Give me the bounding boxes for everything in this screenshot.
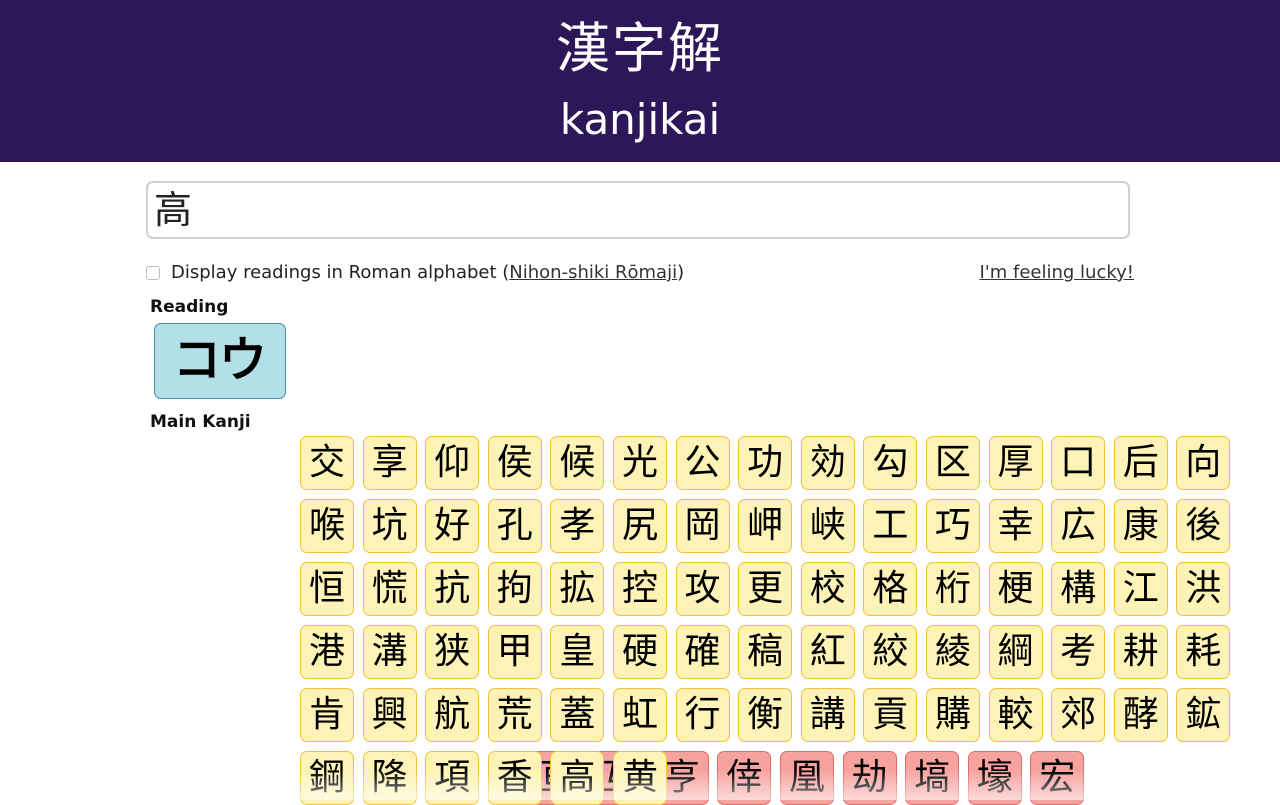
kanji-tile[interactable]: 幸 — [988, 499, 1043, 553]
kanji-tile[interactable]: 貢 — [863, 688, 918, 742]
kanji-tile[interactable]: 購 — [925, 688, 980, 742]
kanji-tile[interactable]: 衡 — [738, 688, 793, 742]
options-row: Display readings in Roman alphabet (Niho… — [146, 260, 1134, 288]
kanji-tile[interactable]: 確 — [675, 625, 730, 679]
kanji-tile[interactable]: 孔 — [487, 499, 542, 553]
kanji-tile[interactable]: 耗 — [1176, 625, 1231, 679]
kanji-tile[interactable]: 綱 — [988, 625, 1043, 679]
kanji-tile[interactable]: 尻 — [612, 499, 667, 553]
kanji-tile[interactable]: 興 — [362, 688, 417, 742]
kanji-tile[interactable]: 口 — [1051, 436, 1106, 490]
kanji-tile[interactable]: 攻 — [675, 562, 730, 616]
kanji-tile[interactable]: 康 — [1113, 499, 1168, 553]
kanji-tile[interactable]: 公 — [675, 436, 730, 490]
kanji-tile[interactable]: 広 — [1051, 499, 1106, 553]
kanji-tile[interactable]: 岬 — [738, 499, 793, 553]
kanji-tile[interactable]: 巧 — [925, 499, 980, 553]
main-content: 高 Display readings in Roman alphabet (Ni… — [146, 181, 1231, 805]
kanji-tile[interactable]: 狭 — [425, 625, 480, 679]
kanji-tile[interactable]: 好 — [425, 499, 480, 553]
kanji-tile[interactable]: 抗 — [425, 562, 480, 616]
kanji-tile[interactable]: 峡 — [800, 499, 855, 553]
kanji-tile[interactable]: 梗 — [988, 562, 1043, 616]
kanji-tile[interactable]: 交 — [300, 436, 354, 490]
reading-heading: Reading — [150, 297, 229, 317]
kanji-tile[interactable]: 向 — [1176, 436, 1231, 490]
bottom-fade — [0, 770, 1280, 800]
kanji-tile[interactable]: 溝 — [362, 625, 417, 679]
kanji-tile[interactable]: 肯 — [300, 688, 354, 742]
romaji-link[interactable]: Nihon-shiki Rōmaji — [509, 262, 677, 283]
kanji-tile[interactable]: 洪 — [1176, 562, 1231, 616]
kanji-tile[interactable]: 拡 — [550, 562, 605, 616]
kanji-tile[interactable]: 更 — [738, 562, 793, 616]
kanji-tile[interactable]: 拘 — [487, 562, 542, 616]
kanji-tile[interactable]: 航 — [425, 688, 480, 742]
kanji-grid: 交享仰侯候光公功効勾区厚口后向喉坑好孔孝尻岡岬峡工巧幸広康後恒慌抗拘拡控攻更校格… — [154, 436, 1231, 805]
kanji-tile[interactable]: 甲 — [487, 625, 542, 679]
romaji-label: Display readings in Roman alphabet (Niho… — [171, 262, 685, 283]
kanji-tile[interactable]: 効 — [800, 436, 855, 490]
kanji-tile[interactable]: 虹 — [612, 688, 667, 742]
kanji-tile[interactable]: 慌 — [362, 562, 417, 616]
kanji-tile[interactable]: 功 — [738, 436, 793, 490]
kanji-tile[interactable]: 恒 — [300, 562, 354, 616]
kanji-tile[interactable]: 工 — [863, 499, 918, 553]
kanji-tile[interactable]: 稿 — [738, 625, 793, 679]
kanji-tile[interactable]: 区 — [925, 436, 980, 490]
kanji-tile[interactable]: 紅 — [800, 625, 855, 679]
kanji-tile[interactable]: 荒 — [487, 688, 542, 742]
kanji-tile[interactable]: 港 — [300, 625, 354, 679]
kanji-tile[interactable]: 講 — [800, 688, 855, 742]
kanji-tile[interactable]: 郊 — [1051, 688, 1106, 742]
site-header: 漢字解 kanjikai — [0, 0, 1280, 162]
kanji-tile[interactable]: 厚 — [988, 436, 1043, 490]
kanji-tile[interactable]: 坑 — [362, 499, 417, 553]
kanji-tile[interactable]: 較 — [988, 688, 1043, 742]
feeling-lucky-link[interactable]: I'm feeling lucky! — [979, 262, 1134, 283]
kanji-tile[interactable]: 光 — [612, 436, 667, 490]
search-input[interactable]: 高 — [146, 181, 1130, 239]
site-title-latin: kanjikai — [559, 95, 721, 144]
kanji-tile[interactable]: 格 — [863, 562, 918, 616]
kanji-tile[interactable]: 享 — [362, 436, 417, 490]
kanji-tile[interactable]: 構 — [1051, 562, 1106, 616]
kanji-tile[interactable]: 皇 — [550, 625, 605, 679]
kanji-tile[interactable]: 侯 — [487, 436, 542, 490]
kanji-tile[interactable]: 後 — [1176, 499, 1231, 553]
kanji-tile[interactable]: 耕 — [1113, 625, 1168, 679]
kanji-tile[interactable]: 桁 — [925, 562, 980, 616]
kanji-tile[interactable]: 勾 — [863, 436, 918, 490]
kanji-tile[interactable]: 行 — [675, 688, 730, 742]
kanji-tile[interactable]: 后 — [1113, 436, 1168, 490]
kanji-tile[interactable]: 仰 — [425, 436, 480, 490]
kanji-tile[interactable]: 候 — [550, 436, 605, 490]
kanji-tile[interactable]: 硬 — [612, 625, 667, 679]
site-title-kanji: 漢字解 — [556, 17, 724, 80]
kanji-tile[interactable]: 鉱 — [1176, 688, 1231, 742]
kanji-tile[interactable]: 喉 — [300, 499, 354, 553]
kanji-tile[interactable]: 酵 — [1113, 688, 1168, 742]
kanji-tile[interactable]: 絞 — [863, 625, 918, 679]
kanji-tile[interactable]: 岡 — [675, 499, 730, 553]
reading-button[interactable]: コウ — [154, 323, 286, 399]
kanji-tile[interactable]: 控 — [612, 562, 667, 616]
kanji-tile[interactable]: 綾 — [925, 625, 980, 679]
romaji-checkbox[interactable] — [146, 266, 160, 280]
kanji-tile[interactable]: 校 — [800, 562, 855, 616]
kanji-tile[interactable]: 考 — [1051, 625, 1106, 679]
kanji-tile[interactable]: 孝 — [550, 499, 605, 553]
main-kanji-heading: Main Kanji — [150, 412, 251, 432]
kanji-tile[interactable]: 江 — [1113, 562, 1168, 616]
kanji-tile[interactable]: 蓋 — [550, 688, 605, 742]
